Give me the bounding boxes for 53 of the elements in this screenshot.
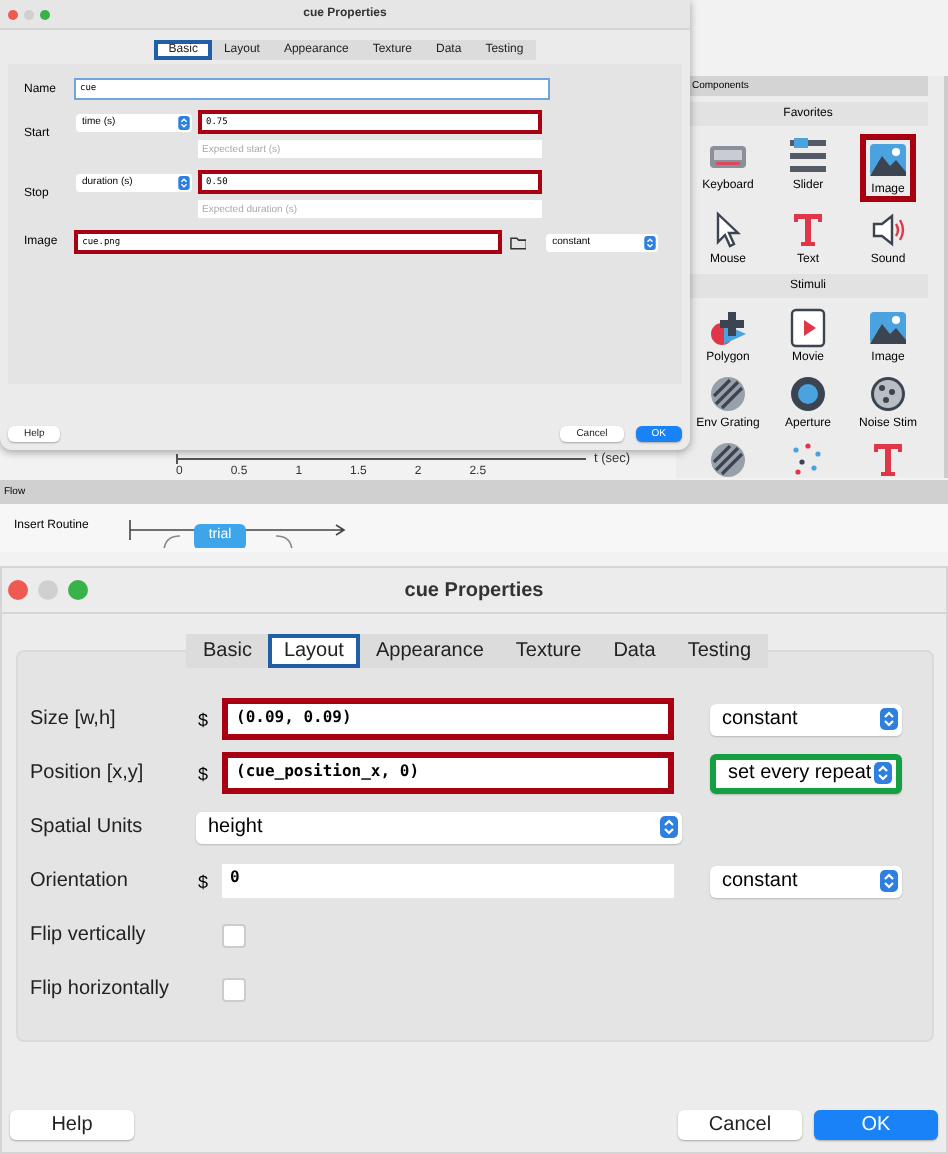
updown-icon	[178, 175, 190, 189]
updown-icon	[178, 115, 190, 129]
slider-icon	[788, 136, 828, 176]
updown-icon	[880, 870, 898, 892]
tab[interactable]: Layout	[267, 634, 360, 668]
noise-circle-icon	[867, 374, 908, 414]
updown-icon	[874, 762, 892, 784]
updown-icon	[643, 235, 656, 249]
checkbox[interactable]	[222, 977, 246, 1001]
ok-button[interactable]: OK	[814, 1110, 938, 1140]
field-label: Flip vertically	[30, 924, 148, 946]
cancel-button[interactable]: Cancel	[678, 1110, 802, 1140]
dropdown[interactable]: constant	[710, 703, 902, 735]
input-field[interactable]: (cue_position_x, 0)	[222, 752, 674, 794]
tab[interactable]: Texture	[499, 634, 598, 668]
dropdown[interactable]: constant	[710, 865, 902, 897]
striped-circle-icon	[708, 440, 748, 480]
dropdown[interactable]: height	[196, 811, 682, 843]
input-field[interactable]: 0	[222, 864, 674, 898]
input-field[interactable]: (0.09, 0.09)	[222, 698, 674, 740]
updown-icon	[880, 708, 898, 730]
shapes-icon	[708, 308, 748, 348]
striped-circle-icon	[708, 374, 748, 414]
tab[interactable]: Testing	[671, 634, 768, 668]
window-title: cue Properties	[404, 579, 544, 601]
field-label: Size [w,h]	[30, 708, 118, 730]
image-icon	[868, 308, 908, 348]
dollar-sign: $	[198, 871, 211, 891]
tab[interactable]: Data	[597, 634, 672, 668]
zoom-icon	[40, 9, 50, 19]
field-label: Flip horizontally	[30, 978, 171, 1000]
dollar-sign: $	[198, 709, 211, 729]
dropdown[interactable]: set every repeat	[710, 753, 902, 793]
letter-t-icon	[788, 210, 828, 250]
tab[interactable]: Basic	[186, 634, 268, 668]
film-icon	[788, 308, 828, 348]
close-icon	[8, 9, 18, 19]
aperture-icon	[787, 374, 828, 414]
checkbox[interactable]	[222, 923, 246, 947]
image-icon	[868, 140, 908, 180]
updown-icon	[660, 816, 678, 838]
minimize-icon	[38, 580, 58, 600]
field-label: Position [x,y]	[30, 762, 146, 784]
speaker-icon	[868, 210, 908, 250]
folder-icon[interactable]	[509, 235, 527, 249]
tab[interactable]: Appearance	[359, 634, 500, 668]
close-icon	[8, 580, 28, 600]
field-label: Spatial Units	[30, 816, 145, 838]
letter-t-icon	[868, 440, 908, 480]
field-label: Orientation	[30, 870, 130, 892]
help-button[interactable]: Help	[10, 1110, 134, 1140]
zoom-icon	[68, 580, 88, 600]
dollar-sign: $	[198, 763, 211, 783]
